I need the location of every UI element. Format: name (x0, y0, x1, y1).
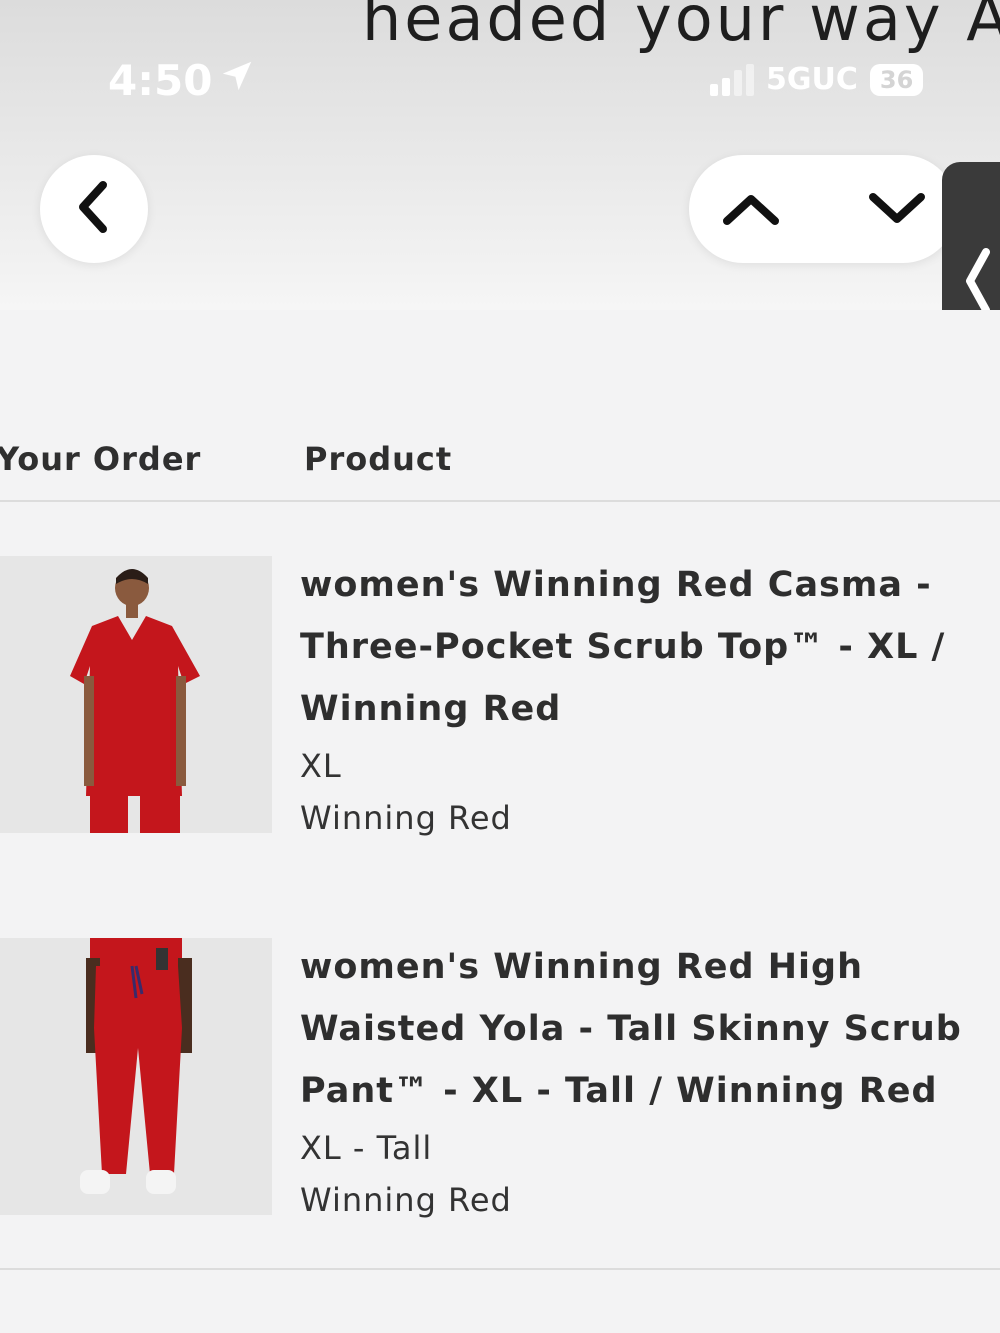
back-button[interactable] (40, 155, 148, 263)
time-label: 4:50 (108, 56, 213, 105)
product-image-scrub-top[interactable] (0, 556, 272, 833)
status-bar-indicators: 5GUC 36 (710, 62, 924, 97)
product-color: Winning Red (300, 1181, 512, 1219)
column-header-product: Product (304, 440, 453, 478)
previous-message-button[interactable] (721, 179, 781, 239)
network-label: 5GUC (766, 62, 858, 97)
order-item: women's Winning Red High Waisted Yola - … (300, 936, 980, 1226)
signal-icon (710, 63, 754, 96)
location-arrow-icon (218, 56, 256, 105)
product-color: Winning Red (300, 799, 512, 837)
product-size: XL - Tall (300, 1129, 433, 1167)
chevron-left-icon (966, 248, 990, 314)
chevron-up-icon (723, 195, 779, 225)
next-message-button[interactable] (867, 179, 927, 239)
divider (0, 500, 1000, 502)
product-name[interactable]: women's Winning Red High Waisted Yola - … (300, 936, 980, 1122)
chevron-down-icon (869, 193, 925, 223)
email-heading: headed your way A (362, 0, 1000, 55)
chevron-left-icon (69, 177, 119, 241)
battery-icon: 36 (869, 63, 924, 96)
column-header-your-order: Your Order (0, 440, 202, 478)
order-item: women's Winning Red Casma - Three-Pocket… (300, 554, 980, 844)
divider (0, 1268, 1000, 1270)
product-name[interactable]: women's Winning Red Casma - Three-Pocket… (300, 554, 980, 740)
product-image-scrub-pant[interactable] (0, 938, 272, 1215)
message-navigation (689, 155, 957, 263)
status-bar-time: 4:50 (108, 56, 256, 105)
battery-level: 36 (879, 65, 914, 94)
product-size: XL (300, 747, 342, 785)
